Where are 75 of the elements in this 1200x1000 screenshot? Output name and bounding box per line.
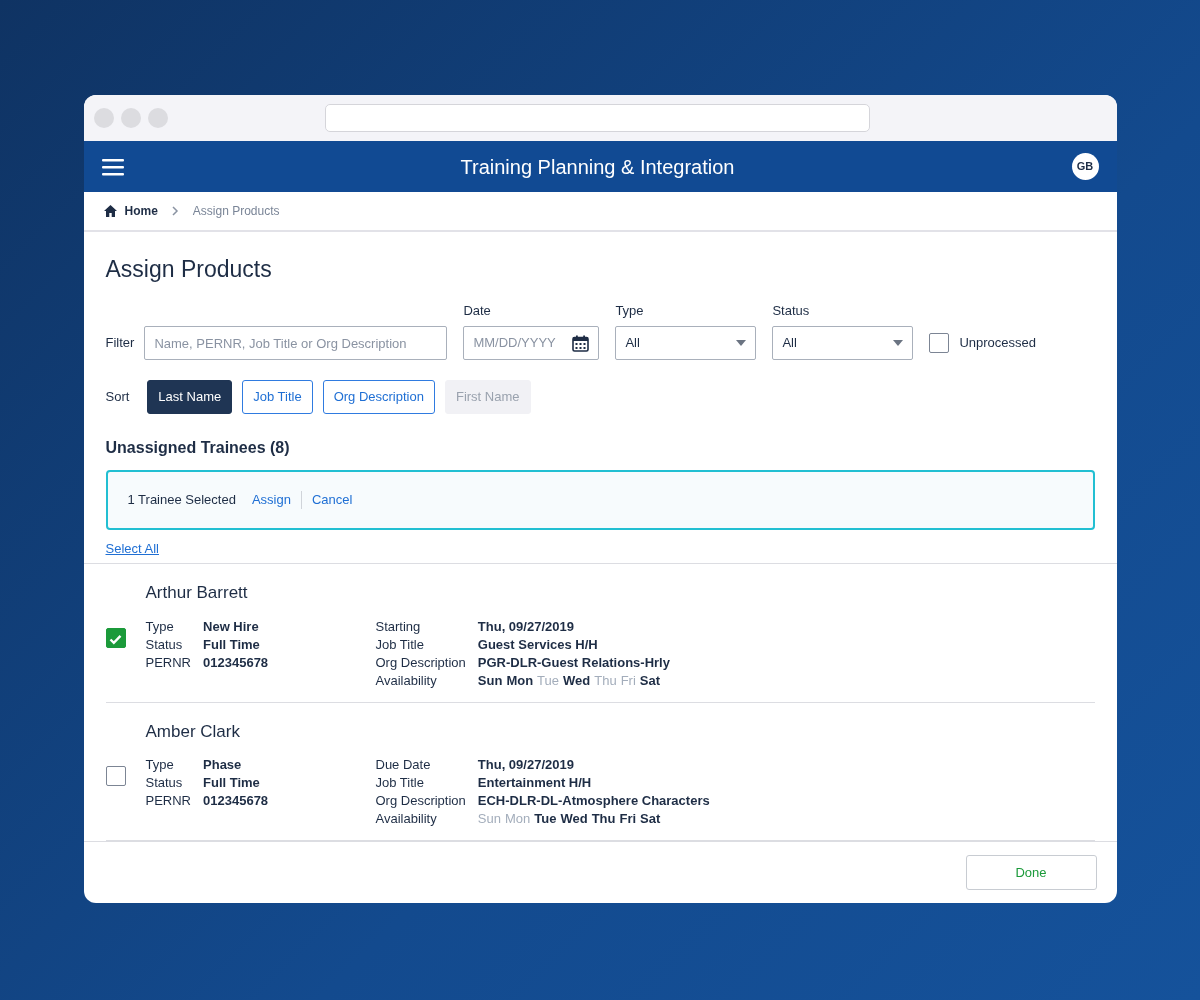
user-avatar[interactable]: GB xyxy=(1071,153,1099,180)
field-value: Entertainment H/H xyxy=(477,774,593,792)
weekday: Tue xyxy=(537,672,559,688)
date-label: Date xyxy=(463,301,492,320)
section-heading: Unassigned Trainees (8) xyxy=(105,438,291,458)
field-value: Phase xyxy=(203,756,243,774)
status-dropdown[interactable]: All xyxy=(772,326,914,360)
weekday: Fri xyxy=(619,811,637,826)
weekday: Thu xyxy=(594,672,617,688)
field-value: 012345678 xyxy=(203,653,270,672)
field-value: Thu, 09/27/2019 xyxy=(477,756,575,774)
done-button[interactable]: Done xyxy=(965,855,1097,890)
field-label: Type xyxy=(145,617,175,636)
sort-button[interactable]: Last Name xyxy=(147,380,233,414)
weekday: Tue xyxy=(534,811,557,826)
field-label: Job Title xyxy=(375,635,425,654)
field-label: Org Description xyxy=(375,653,466,672)
field-label: PERNR xyxy=(145,653,191,672)
unprocessed-checkbox[interactable] xyxy=(929,333,950,353)
field-label: Starting xyxy=(375,617,422,636)
field-value: 012345678 xyxy=(203,792,270,810)
type-dropdown[interactable]: All xyxy=(615,326,757,360)
weekday: Wed xyxy=(560,811,588,826)
field-label: Availability xyxy=(375,810,438,828)
breadcrumb-link[interactable]: Home xyxy=(124,202,158,220)
selection-count: 1 Trainee Selected xyxy=(127,491,236,510)
field-value: Full Time xyxy=(203,635,261,654)
weekday: Sat xyxy=(639,672,661,688)
weekday: Sun xyxy=(477,811,501,826)
weekday: Thu xyxy=(591,811,616,826)
weekday: Sun xyxy=(477,672,503,688)
field-label: Due Date xyxy=(375,756,432,774)
field-label: Status xyxy=(145,774,184,792)
weekday: Mon xyxy=(504,811,531,826)
home-icon[interactable] xyxy=(103,205,117,217)
app-title: Training Planning & Integration xyxy=(459,154,736,180)
weekday: Sat xyxy=(640,811,661,826)
field-label: Availability xyxy=(375,671,438,690)
action-link[interactable]: Assign xyxy=(251,490,291,510)
select-all-link[interactable]: Select All xyxy=(105,539,159,559)
chevron-icon xyxy=(171,206,179,216)
field-label: PERNR xyxy=(145,792,191,810)
filter-label: Filter xyxy=(105,334,135,353)
field-value: Full Time xyxy=(203,774,261,792)
date-placeholder: MM/DD/YYYY xyxy=(473,334,556,353)
unprocessed-label: Unprocessed xyxy=(959,334,1036,353)
trainee-name: Arthur Barrett xyxy=(145,582,249,604)
trainee-checkbox[interactable] xyxy=(105,766,126,786)
field-value: New Hire xyxy=(203,617,260,636)
field-label: Job Title xyxy=(375,774,425,792)
calendar-icon[interactable] xyxy=(572,334,590,352)
menu-icon[interactable] xyxy=(101,157,124,176)
field-label: Status xyxy=(145,635,184,654)
trainee-name: Amber Clark xyxy=(145,720,241,743)
sort-button[interactable]: Job Title xyxy=(242,380,313,414)
caret-icon[interactable] xyxy=(736,340,747,346)
trainee-checkbox[interactable] xyxy=(105,627,126,648)
weekday: Wed xyxy=(563,672,591,688)
field-label: Type xyxy=(145,756,175,774)
weekday: Fri xyxy=(620,672,636,688)
sort-button[interactable]: Org Description xyxy=(322,380,435,414)
search-field[interactable]: Name, PERNR, Job Title or Org Description xyxy=(144,326,448,360)
sort-label: Sort xyxy=(105,388,130,407)
field-value: ECH-DLR-DL-Atmosphere Characters xyxy=(477,792,710,810)
action-link[interactable]: Cancel xyxy=(311,490,353,510)
field-value: Guest Services H/H xyxy=(477,635,599,654)
caret-icon[interactable] xyxy=(893,340,904,346)
field-label: Org Description xyxy=(375,792,466,810)
field-value: PGR-DLR-Guest Relations-Hrly xyxy=(477,653,670,672)
page-title: Assign Products xyxy=(105,255,273,284)
type-label: Type xyxy=(615,301,645,320)
status-label: Status xyxy=(772,301,811,320)
field-value: Thu, 09/27/2019 xyxy=(477,617,575,636)
weekday: Mon xyxy=(506,672,534,688)
date-field[interactable]: MM/DD/YYYY xyxy=(463,326,600,360)
